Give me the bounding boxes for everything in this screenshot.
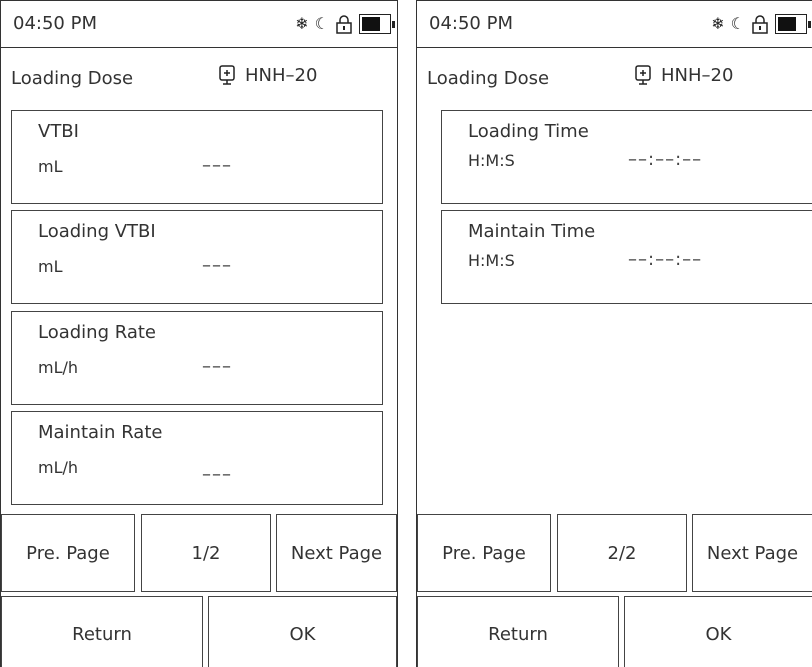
prev-page-button[interactable]: Pre. Page: [417, 514, 551, 592]
device-group: HNH–20: [633, 64, 733, 86]
next-page-button[interactable]: Next Page: [692, 514, 812, 592]
battery-icon: [359, 14, 395, 34]
field-label: Loading Rate: [38, 322, 157, 343]
field-unit: H:M:S: [468, 251, 515, 270]
field-label: VTBI: [38, 121, 79, 142]
action-bar: Return OK: [1, 596, 397, 667]
screen-page-1: 04:50 PM ❄ ☾ Loading Dose HNH–20 VTBI mL…: [0, 0, 398, 667]
title-row: Loading Dose HNH–20: [417, 48, 812, 100]
field-value: –––: [202, 464, 232, 485]
field-loading-vtbi[interactable]: Loading VTBI mL –––: [11, 210, 383, 304]
night-mode-icon: ☾: [314, 14, 329, 33]
return-button[interactable]: Return: [417, 596, 619, 667]
device-id: HNH–20: [661, 64, 734, 86]
ok-button[interactable]: OK: [208, 596, 397, 667]
field-value: ––:––:––: [628, 249, 703, 270]
field-unit: mL: [38, 157, 63, 176]
field-unit: mL/h: [38, 358, 79, 377]
field-label: Maintain Rate: [38, 422, 163, 443]
ok-button[interactable]: OK: [624, 596, 812, 667]
prev-page-button[interactable]: Pre. Page: [1, 514, 135, 592]
field-unit: mL: [38, 257, 63, 276]
field-label: Maintain Time: [468, 221, 596, 242]
field-value: –––: [202, 255, 232, 276]
status-time: 04:50 PM: [13, 13, 97, 34]
return-button[interactable]: Return: [1, 596, 203, 667]
field-value: –––: [202, 155, 232, 176]
field-maintain-time[interactable]: Maintain Time H:M:S ––:––:––: [441, 210, 812, 304]
snowflake-icon: ❄: [711, 14, 725, 33]
lock-icon: [752, 15, 768, 34]
status-icons: ❄ ☾: [295, 13, 395, 35]
infusion-bag-icon: [219, 65, 235, 85]
field-label: Loading Time: [468, 121, 589, 142]
status-time: 04:50 PM: [429, 13, 513, 34]
status-bar: 04:50 PM ❄ ☾: [1, 0, 397, 48]
snowflake-icon: ❄: [295, 14, 309, 33]
field-unit: mL/h: [38, 458, 79, 477]
page-title: Loading Dose: [11, 68, 134, 89]
field-label: Loading VTBI: [38, 221, 156, 242]
field-unit: H:M:S: [468, 151, 515, 170]
device-group: HNH–20: [217, 64, 317, 86]
action-bar: Return OK: [417, 596, 812, 667]
page-title: Loading Dose: [427, 68, 550, 89]
pager: Pre. Page 2/2 Next Page: [417, 514, 812, 592]
status-icons: ❄ ☾: [711, 13, 811, 35]
infusion-bag-icon: [635, 65, 651, 85]
title-row: Loading Dose HNH–20: [1, 48, 397, 100]
field-value: –––: [202, 356, 232, 377]
field-value: ––:––:––: [628, 149, 703, 170]
field-loading-time[interactable]: Loading Time H:M:S ––:––:––: [441, 110, 812, 204]
lock-icon: [336, 15, 352, 34]
screen-page-2: 04:50 PM ❄ ☾ Loading Dose HNH–20 Loading…: [416, 0, 812, 667]
field-maintain-rate[interactable]: Maintain Rate mL/h –––: [11, 411, 383, 505]
next-page-button[interactable]: Next Page: [276, 514, 397, 592]
device-id: HNH–20: [245, 64, 318, 86]
pager: Pre. Page 1/2 Next Page: [1, 514, 397, 592]
page-indicator: 2/2: [557, 514, 687, 592]
field-loading-rate[interactable]: Loading Rate mL/h –––: [11, 311, 383, 405]
battery-icon: [775, 14, 811, 34]
night-mode-icon: ☾: [730, 14, 745, 33]
page-indicator: 1/2: [141, 514, 271, 592]
status-bar: 04:50 PM ❄ ☾: [417, 0, 812, 48]
field-vtbi[interactable]: VTBI mL –––: [11, 110, 383, 204]
